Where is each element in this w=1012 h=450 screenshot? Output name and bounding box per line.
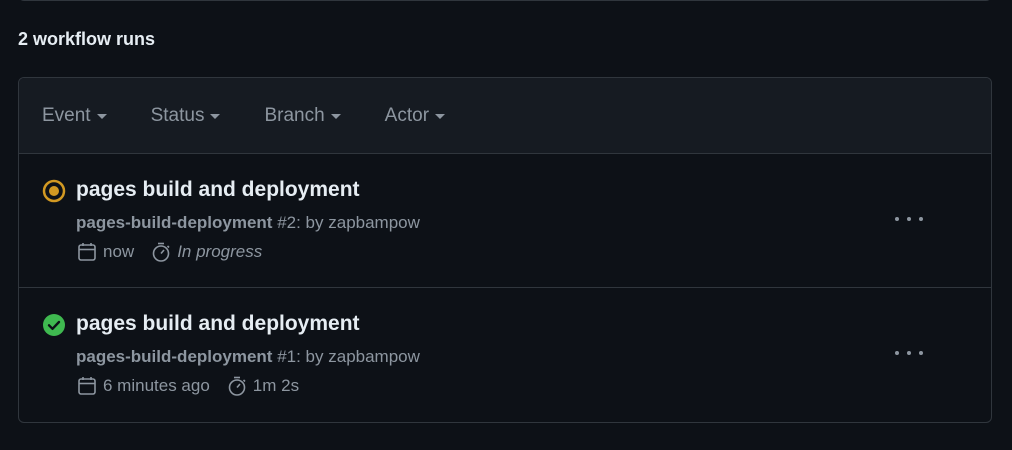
- run-time: now: [103, 242, 135, 261]
- filter-branch-dropdown[interactable]: Branch: [264, 104, 341, 127]
- kebab-dot: [895, 351, 899, 355]
- workflow-run-row: pages build and deployment pages-build-d…: [19, 288, 991, 421]
- caret-down-icon: [210, 114, 221, 119]
- workflow-runs-count: 2 workflow runs: [18, 29, 156, 49]
- run-duration: In progress: [177, 242, 263, 261]
- caret-down-icon: [96, 114, 107, 119]
- kebab-dot: [907, 351, 911, 355]
- previous-panel-edge: [18, 0, 992, 1]
- kebab-dot: [895, 217, 899, 221]
- run-author: : by zapbampow: [296, 213, 420, 232]
- calendar-icon: [78, 377, 96, 395]
- calendar-icon: [78, 243, 96, 261]
- filter-event-label: Event: [42, 104, 91, 126]
- caret-down-icon: [330, 114, 341, 119]
- caret-down-icon: [435, 114, 446, 119]
- run-number: #1: [272, 347, 297, 366]
- in-progress-icon: [42, 179, 66, 203]
- filter-actor-label: Actor: [384, 104, 430, 126]
- workflow-runs-panel: Event Status Branch Actor pages build an…: [18, 77, 992, 423]
- stopwatch-icon: [152, 242, 170, 262]
- run-title-link[interactable]: pages build and deployment: [76, 178, 360, 202]
- filter-actor-dropdown[interactable]: Actor: [384, 104, 446, 127]
- run-duration: 1m 2s: [252, 376, 300, 395]
- run-title-link[interactable]: pages build and deployment: [76, 312, 360, 336]
- filter-status-dropdown[interactable]: Status: [151, 105, 221, 127]
- more-options-button[interactable]: [895, 206, 923, 232]
- stopwatch-icon: [228, 376, 246, 396]
- workflow-name: pages-build-deployment: [76, 347, 273, 366]
- run-time: 6 minutes ago: [103, 376, 210, 395]
- kebab-dot: [919, 351, 923, 355]
- kebab-dot: [907, 217, 911, 221]
- run-number: #2: [272, 213, 297, 232]
- workflow-name: pages-build-deployment: [76, 213, 273, 232]
- workflow-run-row: pages build and deployment pages-build-d…: [19, 154, 991, 288]
- more-options-button[interactable]: [895, 340, 923, 366]
- kebab-dot: [919, 217, 923, 221]
- run-meta: now In progress: [76, 241, 262, 263]
- run-meta: 6 minutes ago 1m 2s: [76, 375, 299, 397]
- filter-bar: Event Status Branch Actor: [19, 78, 991, 154]
- filter-event-dropdown[interactable]: Event: [42, 105, 107, 127]
- run-subtitle: pages-build-deployment #2: by zapbampow: [76, 213, 420, 233]
- filter-branch-label: Branch: [264, 104, 325, 126]
- filter-status-label: Status: [150, 104, 205, 126]
- run-author: : by zapbampow: [296, 347, 420, 366]
- run-subtitle: pages-build-deployment #1: by zapbampow: [76, 347, 420, 367]
- check-circle-icon: [43, 314, 65, 336]
